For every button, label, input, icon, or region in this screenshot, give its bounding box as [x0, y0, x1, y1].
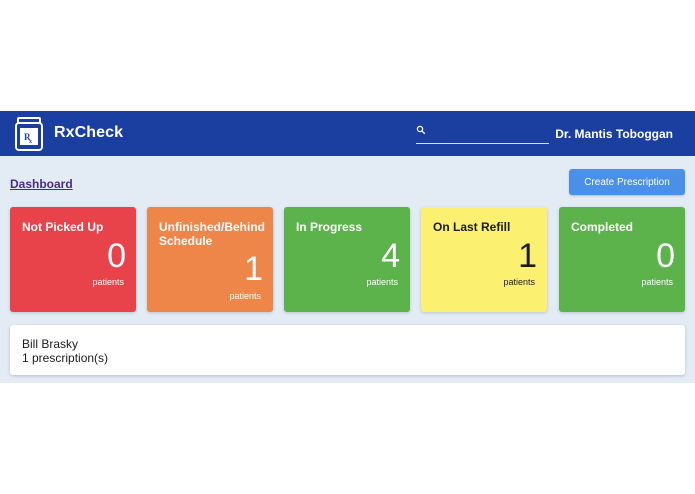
status-card-count: 1	[244, 250, 263, 288]
status-card-not-picked-up[interactable]: Not Picked Up 0 patients	[10, 207, 136, 312]
app-brand[interactable]: RxCheck	[54, 124, 123, 142]
svg-text:x: x	[29, 139, 32, 145]
patient-name: Bill Brasky	[22, 337, 79, 351]
search-box	[416, 123, 549, 144]
status-card-count: 4	[381, 237, 400, 275]
status-card-in-progress[interactable]: In Progress 4 patients	[284, 207, 410, 312]
status-card-title: In Progress	[296, 220, 363, 234]
patient-prescription-count: 1 prescription(s)	[22, 351, 109, 365]
status-card-last-refill[interactable]: On Last Refill 1 patients	[421, 207, 547, 312]
status-card-title: On Last Refill	[433, 220, 511, 234]
create-prescription-button[interactable]: Create Prescription	[569, 169, 685, 195]
status-card-unit: patients	[641, 277, 673, 287]
status-card-unit: patients	[366, 277, 398, 287]
status-card-unit: patients	[92, 277, 124, 287]
status-card-title: Not Picked Up	[22, 220, 104, 234]
pill-bottle-icon[interactable]: R x	[15, 117, 43, 151]
status-card-title: Unfinished/Behind Schedule	[159, 220, 265, 248]
patient-list-item[interactable]: Bill Brasky 1 prescription(s)	[10, 325, 685, 375]
app-container: R x RxCheck Dr. Mantis Toboggan Dashboar…	[0, 111, 695, 383]
status-card-count: 0	[107, 237, 126, 275]
status-card-count: 1	[518, 237, 537, 275]
top-navbar: R x RxCheck Dr. Mantis Toboggan	[0, 111, 695, 156]
status-card-completed[interactable]: Completed 0 patients	[559, 207, 685, 312]
status-card-unit: patients	[229, 291, 261, 301]
search-icon	[416, 125, 426, 135]
search-input[interactable]	[430, 123, 546, 141]
dashboard-link[interactable]: Dashboard	[10, 177, 73, 191]
status-card-unfinished[interactable]: Unfinished/Behind Schedule 1 patients	[147, 207, 273, 312]
status-card-title: Completed	[571, 220, 634, 234]
status-card-count: 0	[656, 237, 675, 275]
status-card-unit: patients	[503, 277, 535, 287]
user-name[interactable]: Dr. Mantis Toboggan	[555, 127, 673, 141]
